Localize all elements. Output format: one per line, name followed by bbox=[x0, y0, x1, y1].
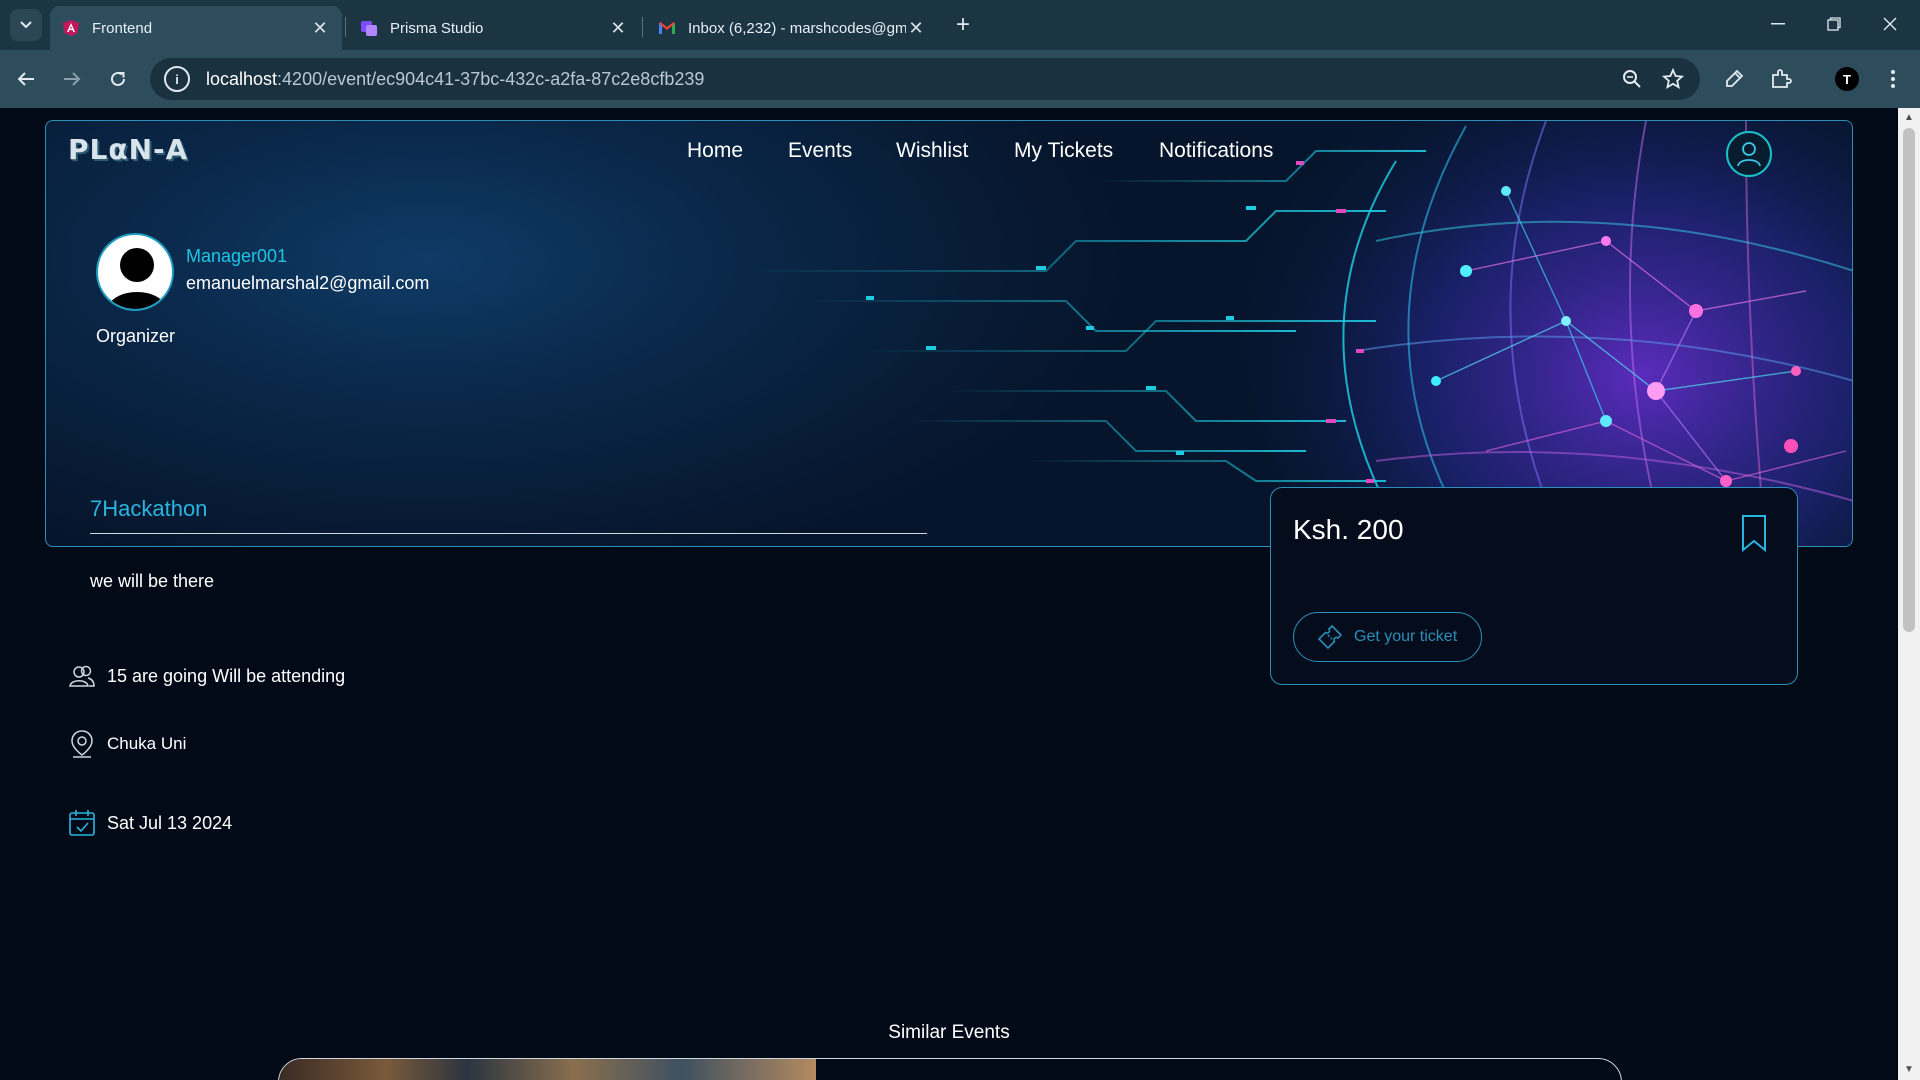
close-tab-icon[interactable]: ✕ bbox=[310, 18, 330, 38]
calendar-icon bbox=[68, 809, 96, 837]
arrow-left-icon bbox=[17, 72, 34, 86]
organizer-email: emanuelmarshal2@gmail.com bbox=[186, 273, 430, 293]
chevron-down-icon bbox=[20, 21, 32, 29]
back-button[interactable] bbox=[10, 63, 42, 95]
bookmark-star-icon[interactable] bbox=[1661, 67, 1685, 91]
arrow-right-icon bbox=[64, 72, 81, 86]
tab-title: Prisma Studio bbox=[390, 19, 484, 37]
nav-notifications[interactable]: Notifications bbox=[1159, 139, 1273, 163]
reload-icon bbox=[111, 71, 125, 86]
event-title: 7Hackathon bbox=[90, 496, 208, 521]
scroll-down-arrow-icon[interactable]: ▼ bbox=[1903, 1064, 1915, 1076]
close-window-button[interactable] bbox=[1862, 0, 1918, 48]
site-logo[interactable]: PLαN-A bbox=[68, 133, 188, 166]
similar-event-card[interactable] bbox=[278, 1058, 1622, 1080]
scrollbar-thumb[interactable] bbox=[1903, 128, 1915, 632]
browser-toolbar: i localhost:4200/event/ec904c41-37bc-432… bbox=[0, 50, 1920, 108]
close-icon bbox=[1883, 17, 1897, 31]
nav-events[interactable]: Events bbox=[788, 139, 852, 163]
minimize-button[interactable] bbox=[1750, 0, 1806, 48]
restore-icon bbox=[1827, 17, 1841, 31]
people-icon bbox=[68, 662, 96, 690]
gmail-icon bbox=[658, 19, 676, 37]
event-description: we will be there bbox=[90, 571, 215, 591]
attendance-row: 15 are going Will be attending bbox=[68, 662, 345, 690]
tab-prisma-studio[interactable]: Prisma Studio ✕ bbox=[348, 6, 640, 50]
site-info-icon[interactable]: i bbox=[164, 66, 190, 92]
user-menu-button[interactable] bbox=[1726, 131, 1772, 177]
angular-icon bbox=[62, 19, 80, 37]
profile-avatar[interactable]: T bbox=[1835, 67, 1859, 91]
hero-banner: PLαN-A Home Events Wishlist My Tickets N… bbox=[45, 120, 1853, 547]
user-icon bbox=[1737, 142, 1761, 167]
map-pin-icon bbox=[68, 730, 96, 758]
organizer-name: Manager001 bbox=[186, 246, 288, 266]
similar-event-image bbox=[279, 1059, 816, 1080]
bookmark-icon[interactable] bbox=[1741, 514, 1767, 552]
tab-separator bbox=[642, 17, 643, 37]
ticket-price: Ksh. 200 bbox=[1293, 514, 1404, 545]
tab-separator bbox=[345, 17, 346, 37]
nav-my-tickets[interactable]: My Tickets bbox=[1014, 139, 1113, 163]
get-ticket-label: Get your ticket bbox=[1354, 628, 1458, 645]
minimize-icon bbox=[1771, 23, 1785, 25]
close-tab-icon[interactable]: ✕ bbox=[608, 18, 628, 38]
page-scrollbar[interactable]: ▲ ▼ bbox=[1898, 108, 1920, 1080]
forward-button[interactable] bbox=[56, 63, 88, 95]
reload-button[interactable] bbox=[102, 63, 134, 95]
scroll-up-arrow-icon[interactable]: ▲ bbox=[1903, 112, 1915, 124]
eyedropper-icon[interactable] bbox=[1720, 65, 1748, 93]
date-row: Sat Jul 13 2024 bbox=[68, 809, 232, 837]
ticket-icon bbox=[1317, 624, 1343, 650]
organizer-role: Organizer bbox=[96, 326, 176, 346]
tab-gmail-inbox[interactable]: Inbox (6,232) - marshcodes@gm ✕ bbox=[646, 6, 938, 50]
page-content: PLαN-A Home Events Wishlist My Tickets N… bbox=[0, 108, 1898, 1080]
tab-title: Frontend bbox=[92, 19, 153, 37]
extensions-icon[interactable] bbox=[1767, 65, 1795, 93]
address-bar[interactable]: i localhost:4200/event/ec904c41-37bc-432… bbox=[150, 58, 1700, 100]
globe-network-illustration bbox=[746, 121, 1852, 546]
new-tab-button[interactable]: + bbox=[950, 11, 976, 38]
zoom-icon[interactable] bbox=[1620, 67, 1644, 91]
organizer-avatar bbox=[96, 233, 174, 311]
close-tab-icon[interactable]: ✕ bbox=[906, 18, 926, 38]
date-text: Sat Jul 13 2024 bbox=[107, 812, 233, 833]
tab-frontend[interactable]: Frontend ✕ bbox=[50, 6, 342, 50]
attendance-text: 15 are going Will be attending bbox=[107, 665, 346, 686]
more-menu-icon[interactable] bbox=[1879, 65, 1907, 93]
restore-button[interactable] bbox=[1806, 0, 1862, 48]
title-divider bbox=[90, 533, 927, 534]
url-text[interactable]: localhost:4200/event/ec904c41-37bc-432c-… bbox=[206, 69, 704, 90]
tab-search-button[interactable] bbox=[10, 9, 42, 41]
ticket-card: Ksh. 200 Get your ticket bbox=[1270, 487, 1798, 685]
location-text: Chuka Uni bbox=[107, 734, 187, 753]
get-ticket-button[interactable]: Get your ticket bbox=[1293, 612, 1482, 662]
tab-title: Inbox (6,232) - marshcodes@gm bbox=[688, 19, 906, 37]
browser-tab-bar: Frontend ✕ Prisma Studio ✕ Inbox (6,232)… bbox=[0, 0, 1920, 50]
nav-home[interactable]: Home bbox=[687, 139, 743, 163]
nav-wishlist[interactable]: Wishlist bbox=[896, 139, 968, 163]
prisma-icon bbox=[360, 19, 378, 37]
similar-events-heading: Similar Events bbox=[888, 1022, 1010, 1043]
location-row: Chuka Uni bbox=[68, 730, 186, 758]
